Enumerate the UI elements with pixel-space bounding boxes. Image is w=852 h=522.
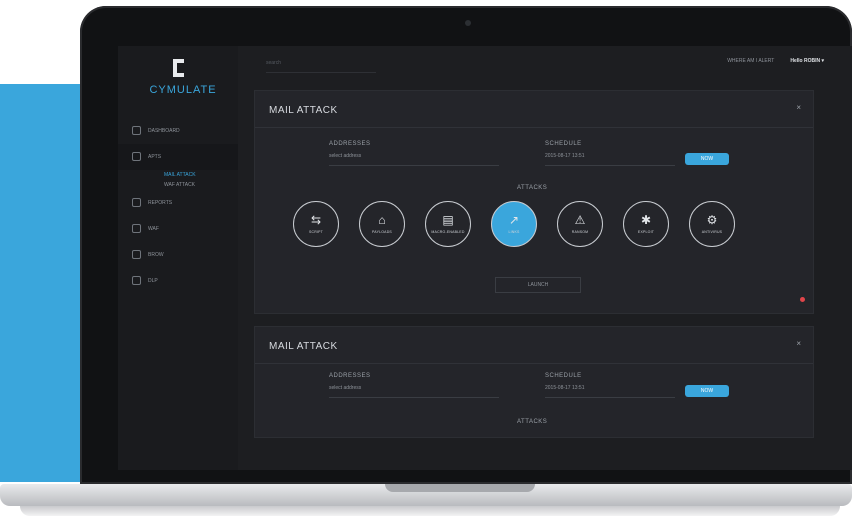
address-select[interactable]: select address (329, 153, 499, 166)
sidebar-item-waf[interactable]: WAF (118, 216, 238, 242)
webcam-icon (465, 20, 471, 26)
attack-label: RANSOM (571, 230, 589, 234)
schedule-input[interactable]: 2015-08-17 13:51 (545, 153, 675, 166)
attack-label: ANTIVIRUS (701, 230, 723, 234)
attack-script[interactable]: ⇆ SCRIPT (293, 201, 339, 247)
macro-icon: ▤ (442, 213, 454, 227)
schedule-input[interactable]: 2015-08-17 13:51 (545, 385, 675, 398)
browser-icon (132, 250, 141, 259)
sidebar-item-label: WAF (148, 226, 159, 232)
sidebar-item-label: DLP (148, 278, 158, 284)
schedule-label: SCHEDULE (545, 141, 582, 147)
now-button[interactable]: NOW (685, 385, 729, 397)
status-dot (800, 297, 805, 302)
chevron-down-icon: ▾ (821, 58, 824, 64)
addresses-label: ADDRESSES (329, 141, 371, 147)
sidebar-subitem-mail-attack[interactable]: MAIL ATTACK (118, 170, 238, 180)
attack-payloads[interactable]: ⌂ PAYLOADS (359, 201, 405, 247)
sidebar-item-label: DASHBOARD (148, 128, 180, 134)
topbar-right: WHERE AM I ALERT Hello ROBIN ▾ (727, 58, 824, 64)
attack-label: PAYLOADS (372, 230, 392, 234)
antivirus-icon: ⚙ (706, 213, 718, 227)
sidebar-nav: DASHBOARD APTS MAIL ATTACK WAF ATTACK RE… (118, 118, 238, 294)
search-input[interactable]: search (266, 60, 376, 73)
address-select[interactable]: select address (329, 385, 499, 398)
sidebar-item-apts[interactable]: APTS (118, 144, 238, 170)
laptop-shadow (20, 506, 840, 516)
sidebar-item-reports[interactable]: REPORTS (118, 190, 238, 216)
panel-title: MAIL ATTACK (269, 105, 338, 116)
attack-exploit[interactable]: ✱ EXPLOIT (623, 201, 669, 247)
panel-title: MAIL ATTACK (269, 341, 338, 352)
alert-notice[interactable]: WHERE AM I ALERT (727, 58, 774, 64)
close-icon[interactable]: × (796, 339, 801, 348)
close-icon[interactable]: × (796, 103, 801, 112)
brand-name: CYMULATE (149, 84, 217, 96)
schedule-label: SCHEDULE (545, 373, 582, 379)
sidebar: CYMULATE DASHBOARD APTS MAIL ATTACK WAF … (118, 46, 238, 470)
now-button[interactable]: NOW (685, 153, 729, 165)
attack-antivirus[interactable]: ⚙ ANTIVIRUS (689, 201, 735, 247)
script-icon: ⇆ (310, 213, 322, 227)
laptop-notch (385, 484, 535, 492)
attack-links[interactable]: ↗ LINKS (491, 201, 537, 247)
dashboard-icon (132, 126, 141, 135)
payload-icon: ⌂ (378, 213, 386, 227)
attack-label: LINKS (508, 230, 520, 234)
ransom-icon: ⚠ (574, 213, 586, 227)
user-name: Hello ROBIN (790, 58, 821, 64)
attack-label: SCRIPT (308, 230, 324, 234)
sidebar-item-brow[interactable]: BROW (118, 242, 238, 268)
launch-button[interactable]: LAUNCH (495, 277, 581, 293)
exploit-icon: ✱ (640, 213, 652, 227)
attack-options: ⇆ SCRIPT ⌂ PAYLOADS ▤ MACRO-ENABLED ↗ LI… (293, 201, 735, 247)
sidebar-item-label: REPORTS (148, 200, 173, 206)
waf-icon (132, 224, 141, 233)
cymulate-logo-icon (173, 59, 184, 77)
attack-label: EXPLOIT (637, 230, 655, 234)
attack-macro-enabled[interactable]: ▤ MACRO-ENABLED (425, 201, 471, 247)
attack-label: MACRO-ENABLED (431, 230, 465, 234)
sidebar-item-dashboard[interactable]: DASHBOARD (118, 118, 238, 144)
divider (255, 127, 813, 128)
app-screen: CYMULATE DASHBOARD APTS MAIL ATTACK WAF … (118, 46, 852, 470)
sidebar-subitem-waf-attack[interactable]: WAF ATTACK (118, 180, 238, 190)
sidebar-item-label: APTS (148, 154, 162, 160)
dlp-icon (132, 276, 141, 285)
addresses-label: ADDRESSES (329, 373, 371, 379)
sidebar-item-dlp[interactable]: DLP (118, 268, 238, 294)
attack-ransom[interactable]: ⚠ RANSOM (557, 201, 603, 247)
sidebar-item-label: BROW (148, 252, 164, 258)
link-icon: ↗ (508, 213, 520, 227)
divider (255, 363, 813, 364)
mail-attack-panel: MAIL ATTACK × ADDRESSES select address S… (254, 90, 814, 314)
apts-icon (132, 152, 141, 161)
attacks-label: ATTACKS (517, 419, 548, 425)
laptop-base (0, 484, 852, 522)
attacks-label: ATTACKS (517, 185, 548, 191)
user-menu[interactable]: Hello ROBIN ▾ (790, 58, 824, 64)
mail-attack-panel-2: MAIL ATTACK × ADDRESSES select address S… (254, 326, 814, 438)
reports-icon (132, 198, 141, 207)
